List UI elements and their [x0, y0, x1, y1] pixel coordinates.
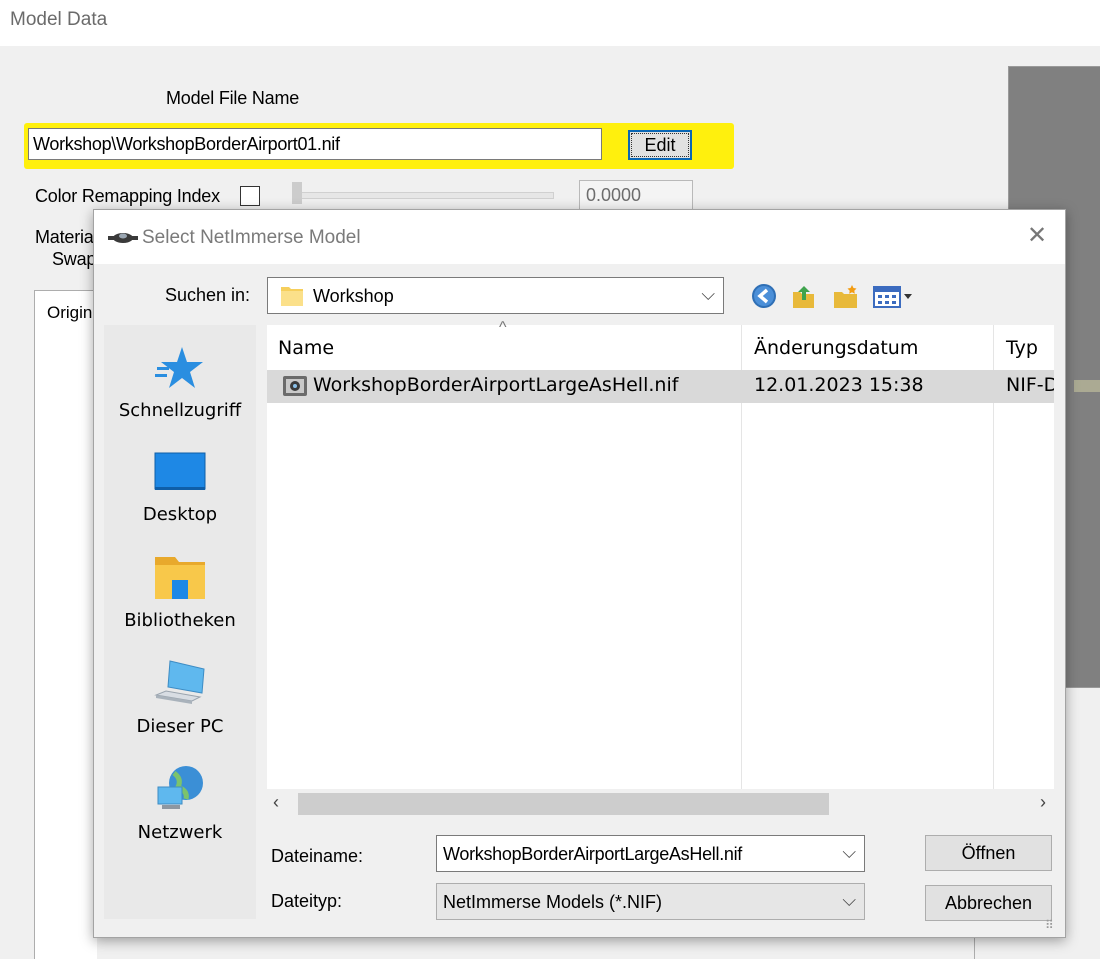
folder-icon [281, 287, 303, 306]
up-folder-icon[interactable] [790, 282, 818, 310]
sort-ascending-icon: ^ [499, 319, 507, 336]
tab-panel [34, 333, 97, 959]
look-in-label: Suchen in: [165, 285, 251, 305]
dialog-title: Select NetImmerse Model [142, 227, 361, 248]
color-remap-slider[interactable] [296, 192, 554, 199]
back-arrow-icon[interactable] [750, 282, 778, 310]
netimmerse-app-icon [108, 233, 138, 243]
view-menu-icon[interactable] [872, 282, 916, 310]
cancel-button[interactable]: Abbrechen [925, 885, 1052, 921]
nif-file-icon [283, 376, 307, 396]
file-row[interactable]: WorkshopBorderAirportLargeAsHell.nif 12.… [267, 370, 1054, 403]
color-remap-value[interactable]: 0.0000 [579, 180, 693, 210]
place-label: Dieser PC [136, 716, 224, 737]
scroll-left-icon[interactable]: ‹ [273, 792, 279, 813]
file-name: WorkshopBorderAirportLargeAsHell.nif [313, 374, 679, 396]
filename-input[interactable]: WorkshopBorderAirportLargeAsHell.nif ⌵ [436, 835, 865, 872]
window-title-bar: Model Data [0, 0, 1100, 46]
column-header-name[interactable]: Name [278, 337, 334, 359]
file-type: NIF-D [1006, 374, 1054, 396]
model-file-field[interactable]: Workshop\WorkshopBorderAirport01.nif [28, 128, 602, 160]
place-desktop[interactable]: Desktop [104, 451, 256, 525]
open-button[interactable]: Öffnen [925, 835, 1052, 871]
tab-original[interactable]: Origin [34, 290, 96, 334]
place-quick-access[interactable]: Schnellzugriff [104, 345, 256, 421]
new-folder-icon[interactable] [832, 282, 860, 310]
libraries-icon [155, 557, 205, 599]
star-icon [155, 347, 203, 388]
filetype-value: NetImmerse Models (*.NIF) [443, 892, 663, 912]
edit-button[interactable]: Edit [628, 130, 692, 160]
place-label: Desktop [142, 504, 218, 525]
place-this-pc[interactable]: Dieser PC [104, 659, 256, 737]
filename-label: Dateiname: [271, 846, 364, 866]
desktop-icon [154, 452, 206, 490]
chevron-down-icon[interactable]: ⌵ [842, 842, 856, 863]
scrollbar-thumb[interactable] [298, 793, 829, 815]
place-label: Bibliotheken [124, 610, 236, 631]
column-header-date[interactable]: Änderungsdatum [754, 337, 918, 359]
color-remap-label: Color Remapping Index [35, 186, 220, 206]
place-label: Netzwerk [137, 822, 223, 843]
file-list: ^ Name Änderungsdatum Typ WorkshopBorder… [267, 319, 1054, 819]
computer-icon [154, 660, 205, 704]
resize-grip-icon[interactable]: ⠿ [1045, 918, 1054, 932]
select-model-dialog: Select NetImmerse Model ✕ Suchen in: Wor… [93, 209, 1066, 938]
look-in-combo[interactable]: Workshop ⌵ [267, 277, 724, 314]
close-icon[interactable]: ✕ [1022, 222, 1052, 252]
slider-thumb[interactable] [292, 182, 302, 204]
horizontal-scrollbar[interactable]: ‹ › [267, 789, 1054, 819]
place-network[interactable]: Netzwerk [104, 763, 256, 843]
window-title: Model Data [10, 9, 108, 30]
look-in-value: Workshop [313, 286, 394, 306]
column-header-type[interactable]: Typ [1006, 337, 1038, 359]
file-date: 12.01.2023 15:38 [754, 374, 924, 396]
scroll-right-icon[interactable]: › [1040, 792, 1046, 813]
chevron-down-icon: ⌵ [701, 284, 715, 304]
filename-value: WorkshopBorderAirportLargeAsHell.nif [443, 844, 743, 864]
material-label: Materia [35, 227, 94, 247]
filetype-label: Dateityp: [271, 891, 343, 911]
color-remap-checkbox[interactable] [240, 186, 260, 206]
filetype-select[interactable]: NetImmerse Models (*.NIF) ⌵ [436, 883, 865, 920]
place-label: Schnellzugriff [118, 400, 242, 421]
network-icon [157, 766, 203, 809]
model-file-label: Model File Name [166, 88, 300, 108]
tab-original-label: Origin [47, 303, 93, 322]
preview-stripe [1074, 380, 1100, 392]
places-bar: Schnellzugriff Desktop Bibliotheken Dies… [104, 325, 256, 919]
dialog-title-bar: Select NetImmerse Model ✕ [94, 210, 1065, 264]
place-libraries[interactable]: Bibliotheken [104, 553, 256, 631]
chevron-down-icon: ⌵ [842, 890, 856, 910]
material-swap-label: Swap [52, 249, 97, 269]
